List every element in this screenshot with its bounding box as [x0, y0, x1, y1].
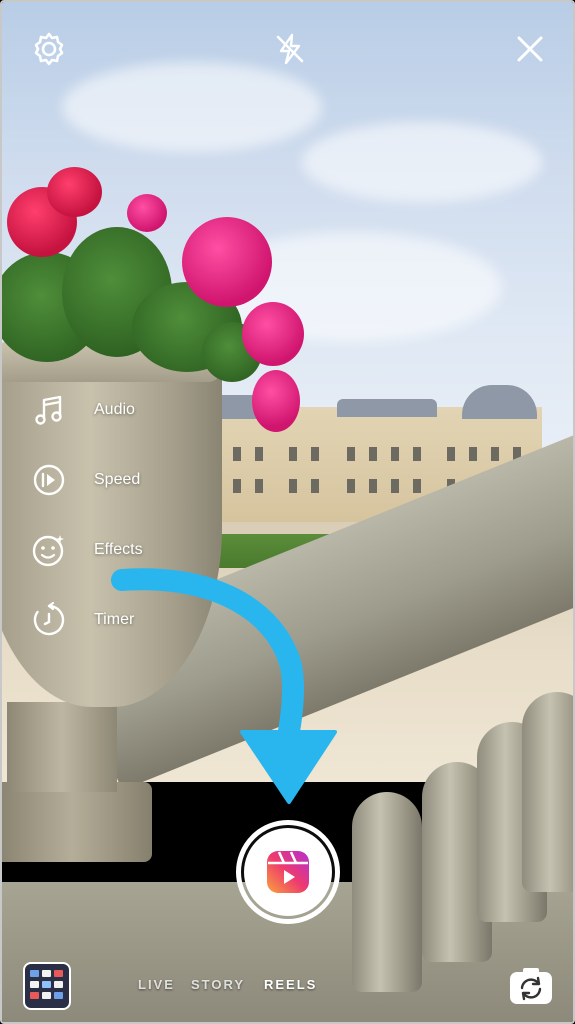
tool-effects[interactable]: Effects	[30, 529, 143, 571]
settings-gear-icon	[34, 32, 64, 66]
mode-reels[interactable]: REELS	[264, 977, 317, 992]
close-button[interactable]	[508, 27, 552, 71]
tool-speed[interactable]: Speed	[30, 459, 140, 501]
cloud	[302, 122, 542, 202]
tool-timer-label: Timer	[94, 611, 135, 628]
flower	[252, 370, 300, 432]
flip-camera-icon	[510, 968, 552, 1004]
flower	[47, 167, 102, 217]
tool-speed-label: Speed	[94, 471, 141, 488]
camera-screen: Audio Speed Effects Timer LIVE STORY REE…	[0, 0, 575, 1024]
capture-button-inner	[244, 828, 332, 916]
flip-camera-button[interactable]	[508, 966, 554, 1006]
close-icon	[517, 36, 543, 62]
tool-timer[interactable]: Timer	[30, 599, 134, 641]
effects-face-icon	[30, 531, 68, 569]
capture-button[interactable]	[236, 820, 340, 924]
mode-live[interactable]: LIVE	[138, 977, 175, 992]
baluster	[522, 692, 573, 892]
tool-effects-label: Effects	[94, 541, 143, 558]
flower	[242, 302, 304, 366]
flower	[127, 194, 167, 232]
flash-off-icon	[276, 33, 304, 65]
gallery-thumbnail[interactable]	[23, 962, 71, 1010]
timer-icon	[30, 601, 68, 639]
cloud	[62, 62, 322, 152]
tool-audio-label: Audio	[94, 401, 135, 418]
music-note-icon	[30, 391, 68, 429]
flower	[182, 217, 272, 307]
mode-story[interactable]: STORY	[191, 977, 245, 992]
reels-icon	[267, 851, 309, 893]
baluster	[352, 792, 422, 992]
tool-audio[interactable]: Audio	[30, 389, 135, 431]
urn-foot	[2, 782, 152, 862]
speed-icon	[30, 461, 68, 499]
flash-toggle-button[interactable]	[268, 27, 312, 71]
urn-stem	[7, 702, 117, 792]
settings-button[interactable]	[27, 27, 71, 71]
